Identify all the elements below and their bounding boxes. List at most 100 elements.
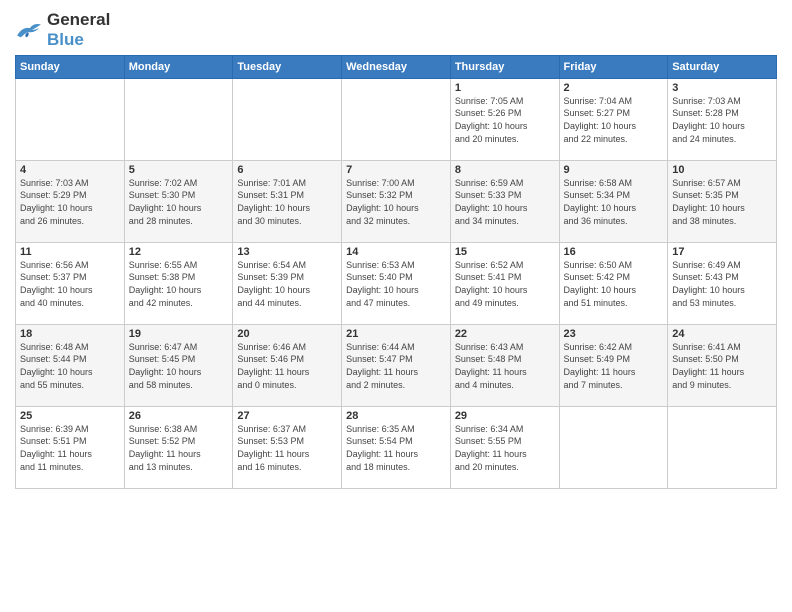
weekday-header-monday: Monday: [124, 55, 233, 78]
calendar-cell: 19Sunrise: 6:47 AMSunset: 5:45 PMDayligh…: [124, 324, 233, 406]
week-row-4: 25Sunrise: 6:39 AMSunset: 5:51 PMDayligh…: [16, 406, 777, 488]
day-number: 13: [237, 246, 337, 258]
day-number: 5: [129, 164, 229, 176]
calendar-cell: 25Sunrise: 6:39 AMSunset: 5:51 PMDayligh…: [16, 406, 125, 488]
day-info: Sunrise: 7:01 AMSunset: 5:31 PMDaylight:…: [237, 177, 337, 227]
day-number: 16: [564, 246, 664, 258]
day-number: 15: [455, 246, 555, 258]
calendar-cell: 14Sunrise: 6:53 AMSunset: 5:40 PMDayligh…: [342, 242, 451, 324]
weekday-header-wednesday: Wednesday: [342, 55, 451, 78]
day-number: 25: [20, 410, 120, 422]
day-info: Sunrise: 6:35 AMSunset: 5:54 PMDaylight:…: [346, 423, 446, 473]
weekday-header-sunday: Sunday: [16, 55, 125, 78]
calendar-cell: 10Sunrise: 6:57 AMSunset: 5:35 PMDayligh…: [668, 160, 777, 242]
calendar-cell: 28Sunrise: 6:35 AMSunset: 5:54 PMDayligh…: [342, 406, 451, 488]
calendar-cell: 16Sunrise: 6:50 AMSunset: 5:42 PMDayligh…: [559, 242, 668, 324]
day-info: Sunrise: 6:37 AMSunset: 5:53 PMDaylight:…: [237, 423, 337, 473]
calendar-cell: [233, 78, 342, 160]
calendar-cell: 23Sunrise: 6:42 AMSunset: 5:49 PMDayligh…: [559, 324, 668, 406]
day-number: 24: [672, 328, 772, 340]
logo: General Blue: [15, 10, 110, 51]
calendar-cell: [342, 78, 451, 160]
day-number: 28: [346, 410, 446, 422]
calendar-cell: 6Sunrise: 7:01 AMSunset: 5:31 PMDaylight…: [233, 160, 342, 242]
day-info: Sunrise: 6:38 AMSunset: 5:52 PMDaylight:…: [129, 423, 229, 473]
day-number: 14: [346, 246, 446, 258]
day-info: Sunrise: 6:49 AMSunset: 5:43 PMDaylight:…: [672, 259, 772, 309]
day-number: 22: [455, 328, 555, 340]
calendar-cell: 5Sunrise: 7:02 AMSunset: 5:30 PMDaylight…: [124, 160, 233, 242]
day-info: Sunrise: 6:44 AMSunset: 5:47 PMDaylight:…: [346, 341, 446, 391]
day-number: 2: [564, 82, 664, 94]
day-info: Sunrise: 6:52 AMSunset: 5:41 PMDaylight:…: [455, 259, 555, 309]
calendar-cell: 20Sunrise: 6:46 AMSunset: 5:46 PMDayligh…: [233, 324, 342, 406]
day-info: Sunrise: 6:39 AMSunset: 5:51 PMDaylight:…: [20, 423, 120, 473]
day-info: Sunrise: 6:54 AMSunset: 5:39 PMDaylight:…: [237, 259, 337, 309]
week-row-3: 18Sunrise: 6:48 AMSunset: 5:44 PMDayligh…: [16, 324, 777, 406]
calendar-cell: 22Sunrise: 6:43 AMSunset: 5:48 PMDayligh…: [450, 324, 559, 406]
day-number: 19: [129, 328, 229, 340]
day-info: Sunrise: 7:02 AMSunset: 5:30 PMDaylight:…: [129, 177, 229, 227]
calendar-cell: 12Sunrise: 6:55 AMSunset: 5:38 PMDayligh…: [124, 242, 233, 324]
logo-text: General Blue: [47, 10, 110, 51]
calendar-cell: 4Sunrise: 7:03 AMSunset: 5:29 PMDaylight…: [16, 160, 125, 242]
calendar-cell: 26Sunrise: 6:38 AMSunset: 5:52 PMDayligh…: [124, 406, 233, 488]
day-number: 18: [20, 328, 120, 340]
week-row-0: 1Sunrise: 7:05 AMSunset: 5:26 PMDaylight…: [16, 78, 777, 160]
day-info: Sunrise: 6:58 AMSunset: 5:34 PMDaylight:…: [564, 177, 664, 227]
weekday-header-thursday: Thursday: [450, 55, 559, 78]
calendar-cell: 24Sunrise: 6:41 AMSunset: 5:50 PMDayligh…: [668, 324, 777, 406]
calendar-cell: 2Sunrise: 7:04 AMSunset: 5:27 PMDaylight…: [559, 78, 668, 160]
day-info: Sunrise: 7:03 AMSunset: 5:28 PMDaylight:…: [672, 95, 772, 145]
calendar-cell: 13Sunrise: 6:54 AMSunset: 5:39 PMDayligh…: [233, 242, 342, 324]
logo-icon: [15, 19, 43, 41]
calendar-cell: [668, 406, 777, 488]
day-number: 6: [237, 164, 337, 176]
calendar-cell: 3Sunrise: 7:03 AMSunset: 5:28 PMDaylight…: [668, 78, 777, 160]
day-info: Sunrise: 6:56 AMSunset: 5:37 PMDaylight:…: [20, 259, 120, 309]
calendar-cell: 7Sunrise: 7:00 AMSunset: 5:32 PMDaylight…: [342, 160, 451, 242]
day-info: Sunrise: 7:05 AMSunset: 5:26 PMDaylight:…: [455, 95, 555, 145]
day-number: 9: [564, 164, 664, 176]
day-number: 20: [237, 328, 337, 340]
day-info: Sunrise: 6:34 AMSunset: 5:55 PMDaylight:…: [455, 423, 555, 473]
day-number: 7: [346, 164, 446, 176]
weekday-header-row: SundayMondayTuesdayWednesdayThursdayFrid…: [16, 55, 777, 78]
calendar-cell: 1Sunrise: 7:05 AMSunset: 5:26 PMDaylight…: [450, 78, 559, 160]
weekday-header-friday: Friday: [559, 55, 668, 78]
day-number: 21: [346, 328, 446, 340]
day-info: Sunrise: 6:46 AMSunset: 5:46 PMDaylight:…: [237, 341, 337, 391]
day-info: Sunrise: 6:59 AMSunset: 5:33 PMDaylight:…: [455, 177, 555, 227]
day-number: 12: [129, 246, 229, 258]
day-number: 8: [455, 164, 555, 176]
calendar-cell: 9Sunrise: 6:58 AMSunset: 5:34 PMDaylight…: [559, 160, 668, 242]
calendar-cell: 17Sunrise: 6:49 AMSunset: 5:43 PMDayligh…: [668, 242, 777, 324]
header: General Blue: [15, 10, 777, 51]
calendar-cell: 15Sunrise: 6:52 AMSunset: 5:41 PMDayligh…: [450, 242, 559, 324]
week-row-2: 11Sunrise: 6:56 AMSunset: 5:37 PMDayligh…: [16, 242, 777, 324]
day-info: Sunrise: 6:55 AMSunset: 5:38 PMDaylight:…: [129, 259, 229, 309]
day-number: 10: [672, 164, 772, 176]
day-number: 11: [20, 246, 120, 258]
day-info: Sunrise: 6:57 AMSunset: 5:35 PMDaylight:…: [672, 177, 772, 227]
calendar-cell: [16, 78, 125, 160]
weekday-header-saturday: Saturday: [668, 55, 777, 78]
calendar-table: SundayMondayTuesdayWednesdayThursdayFrid…: [15, 55, 777, 489]
day-info: Sunrise: 6:41 AMSunset: 5:50 PMDaylight:…: [672, 341, 772, 391]
day-number: 26: [129, 410, 229, 422]
calendar-cell: 21Sunrise: 6:44 AMSunset: 5:47 PMDayligh…: [342, 324, 451, 406]
day-info: Sunrise: 7:00 AMSunset: 5:32 PMDaylight:…: [346, 177, 446, 227]
day-number: 27: [237, 410, 337, 422]
day-info: Sunrise: 6:53 AMSunset: 5:40 PMDaylight:…: [346, 259, 446, 309]
day-info: Sunrise: 6:48 AMSunset: 5:44 PMDaylight:…: [20, 341, 120, 391]
day-info: Sunrise: 6:42 AMSunset: 5:49 PMDaylight:…: [564, 341, 664, 391]
page-container: General Blue SundayMondayTuesdayWednesda…: [0, 0, 792, 497]
calendar-cell: 29Sunrise: 6:34 AMSunset: 5:55 PMDayligh…: [450, 406, 559, 488]
calendar-cell: 11Sunrise: 6:56 AMSunset: 5:37 PMDayligh…: [16, 242, 125, 324]
weekday-header-tuesday: Tuesday: [233, 55, 342, 78]
day-info: Sunrise: 7:04 AMSunset: 5:27 PMDaylight:…: [564, 95, 664, 145]
day-number: 3: [672, 82, 772, 94]
day-info: Sunrise: 7:03 AMSunset: 5:29 PMDaylight:…: [20, 177, 120, 227]
calendar-cell: 27Sunrise: 6:37 AMSunset: 5:53 PMDayligh…: [233, 406, 342, 488]
day-info: Sunrise: 6:47 AMSunset: 5:45 PMDaylight:…: [129, 341, 229, 391]
